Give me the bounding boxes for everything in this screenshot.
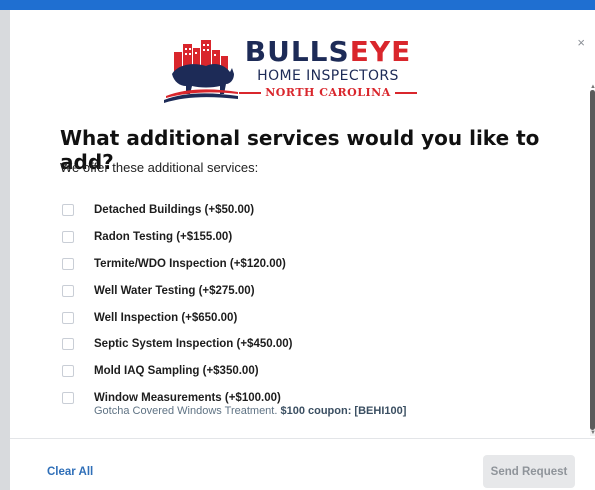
- service-mold-iaq-sampling[interactable]: Mold IAQ Sampling (+$350.00): [62, 358, 562, 385]
- top-accent-bar: [0, 0, 595, 10]
- service-label: Termite/WDO Inspection (+$120.00): [94, 257, 286, 270]
- window-measurements-note: Gotcha Covered Windows Treatment. $100 c…: [94, 405, 406, 417]
- clear-all-link[interactable]: Clear All: [47, 466, 93, 478]
- logo-state: NORTH CAROLINA: [265, 86, 391, 99]
- service-detached-buildings[interactable]: Detached Buildings (+$50.00): [62, 197, 562, 224]
- close-icon[interactable]: ×: [577, 36, 585, 49]
- service-label: Septic System Inspection (+$450.00): [94, 338, 293, 351]
- service-checkbox[interactable]: [62, 204, 74, 217]
- service-label: Well Water Testing (+$275.00): [94, 284, 255, 297]
- scrollbar-thumb[interactable]: [590, 90, 595, 430]
- service-label: Well Inspection (+$650.00): [94, 311, 238, 324]
- logo-word-bulls: BULLS: [244, 35, 350, 68]
- service-termite-wdo-inspection[interactable]: Termite/WDO Inspection (+$120.00): [62, 251, 562, 278]
- logo-wordmark: BULLSEYE: [238, 36, 418, 68]
- bull-skyline-icon: [164, 40, 238, 103]
- logo-word-eye: EYE: [349, 35, 412, 68]
- scroll-up-icon[interactable]: ▲: [590, 84, 595, 90]
- service-radon-testing[interactable]: Radon Testing (+$155.00): [62, 224, 562, 251]
- service-checkbox[interactable]: [62, 257, 74, 270]
- services-list: Detached Buildings (+$50.00) Radon Testi…: [62, 197, 562, 411]
- logo-rule-right: [394, 91, 417, 94]
- page: × BULLSEYE HOME INSPECTORS NORTH CAROLIN…: [0, 0, 595, 490]
- service-checkbox[interactable]: [62, 231, 74, 244]
- logo-subtitle: HOME INSPECTORS: [257, 68, 399, 84]
- modal-subtitle: We offer these additional services:: [60, 160, 259, 175]
- additional-services-modal: × BULLSEYE HOME INSPECTORS NORTH CAROLIN…: [10, 10, 595, 490]
- logo-text: BULLSEYE HOME INSPECTORS NORTH CAROLINA: [238, 36, 418, 99]
- service-label: Radon Testing (+$155.00): [94, 231, 233, 244]
- service-label: Mold IAQ Sampling (+$350.00): [94, 365, 259, 378]
- scroll-down-icon[interactable]: ▼: [590, 430, 595, 436]
- service-checkbox[interactable]: [62, 284, 74, 297]
- bullseye-logo: BULLSEYE HOME INSPECTORS NORTH CAROLINA: [160, 36, 420, 114]
- note-text: Gotcha Covered Windows Treatment.: [94, 405, 281, 417]
- service-checkbox[interactable]: [62, 311, 74, 324]
- service-septic-system-inspection[interactable]: Septic System Inspection (+$450.00): [62, 331, 562, 358]
- footer-divider: [10, 438, 595, 439]
- coupon-code: $100 coupon: [BEHI100]: [280, 405, 407, 417]
- service-checkbox[interactable]: [62, 391, 74, 404]
- service-label: Window Measurements (+$100.00): [94, 391, 281, 404]
- logo-state-row: NORTH CAROLINA: [238, 86, 418, 99]
- service-well-water-testing[interactable]: Well Water Testing (+$275.00): [62, 277, 562, 304]
- send-request-button[interactable]: Send Request: [483, 455, 575, 488]
- service-label: Detached Buildings (+$50.00): [94, 204, 255, 217]
- service-well-inspection[interactable]: Well Inspection (+$650.00): [62, 304, 562, 331]
- service-checkbox[interactable]: [62, 338, 74, 351]
- logo-rule-left: [239, 91, 262, 94]
- backdrop-edge: [0, 10, 10, 490]
- service-checkbox[interactable]: [62, 365, 74, 378]
